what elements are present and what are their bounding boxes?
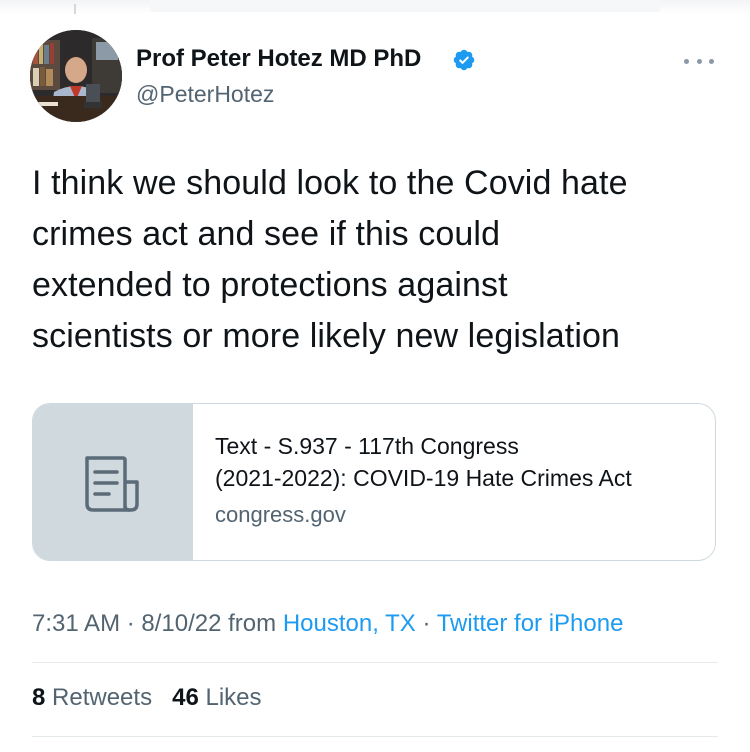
tweet-text-line: scientists or more likely new legislatio… — [32, 317, 620, 355]
more-options-icon[interactable] — [684, 57, 714, 65]
likes-stat[interactable]: 46 Likes — [172, 684, 261, 711]
link-card-title-line: Text - S.937 - 117th Congress — [215, 433, 519, 459]
meta-separator: · — [415, 610, 437, 637]
link-card-domain: congress.gov — [215, 502, 346, 527]
retweets-count: 8 — [32, 684, 46, 711]
scroll-tick — [74, 4, 76, 14]
divider — [32, 736, 718, 737]
avatar-photo — [30, 30, 122, 122]
divider — [32, 662, 718, 663]
link-preview-card[interactable]: Text - S.937 - 117th Congress (2021-2022… — [32, 403, 716, 561]
likes-count: 46 — [172, 684, 199, 711]
tweet-time[interactable]: 7:31 AM — [32, 610, 120, 637]
tweet-text: I think we should look to the Covid hate… — [32, 158, 722, 362]
from-label: from — [221, 610, 283, 637]
link-card-title: Text - S.937 - 117th Congress (2021-2022… — [215, 430, 695, 494]
engagement-stats: 8 Retweets 46 Likes — [32, 684, 262, 712]
document-icon — [85, 456, 139, 512]
tweet-text-line: I think we should look to the Covid hate — [32, 164, 628, 202]
author-handle[interactable]: @PeterHotez — [136, 81, 274, 108]
meta-separator: · — [120, 610, 142, 637]
tweet-meta: 7:31 AM · 8/10/22 from Houston, TX · Twi… — [32, 610, 623, 638]
tweet-text-line: crimes act and see if this could — [32, 215, 501, 253]
retweets-label: Retweets — [52, 684, 153, 711]
author-display-name[interactable]: Prof Peter Hotez MD PhD — [136, 45, 421, 73]
top-edge-strip — [0, 0, 750, 14]
avatar[interactable] — [30, 30, 122, 122]
tweet-text-line: extended to protections against — [32, 266, 508, 304]
link-card-thumbnail — [33, 404, 193, 560]
verified-badge-icon — [453, 49, 475, 71]
client-link[interactable]: Twitter for iPhone — [437, 610, 624, 637]
link-card-title-line: (2021-2022): COVID-19 Hate Crimes Act — [215, 465, 632, 491]
tweet-date[interactable]: 8/10/22 — [141, 610, 221, 637]
retweets-stat[interactable]: 8 Retweets — [32, 684, 152, 711]
location-link[interactable]: Houston, TX — [283, 610, 416, 637]
likes-label: Likes — [205, 684, 262, 711]
previous-content-edge — [150, 0, 660, 12]
